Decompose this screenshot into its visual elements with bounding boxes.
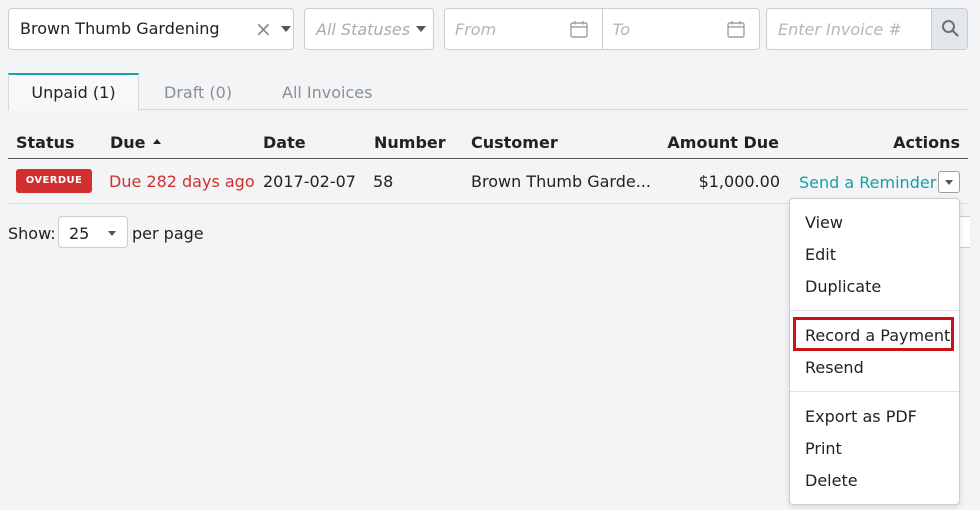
customer-filter-value: Brown Thumb Gardening — [20, 19, 220, 38]
per-page-select[interactable]: 25 — [58, 216, 128, 248]
send-reminder-link[interactable]: Send a Reminder — [799, 173, 936, 192]
menu-item-view[interactable]: View — [805, 213, 843, 232]
calendar-icon[interactable] — [569, 20, 588, 38]
sort-ascending-icon — [152, 139, 161, 144]
invoice-number-search[interactable]: Enter Invoice # — [766, 8, 968, 50]
chevron-down-icon — [108, 231, 116, 236]
actions-menu: View Edit Duplicate Record a Payment Res… — [789, 198, 960, 505]
tab-all-invoices[interactable]: All Invoices — [282, 73, 372, 110]
column-header-due[interactable]: Due — [110, 133, 161, 152]
table-header: Status Due Date Number Customer Amount D… — [8, 126, 968, 159]
menu-item-resend[interactable]: Resend — [805, 358, 864, 377]
menu-item-export-pdf[interactable]: Export as PDF — [805, 407, 917, 426]
date-cell: 2017-02-07 — [263, 172, 356, 191]
date-from-placeholder: From — [455, 20, 497, 39]
column-header-date[interactable]: Date — [263, 133, 306, 152]
amount-due-cell: $1,000.00 — [698, 172, 780, 191]
status-filter-placeholder: All Statuses — [316, 20, 411, 39]
column-header-status[interactable]: Status — [16, 133, 75, 152]
date-range-filter: From To — [444, 8, 760, 50]
menu-item-delete[interactable]: Delete — [805, 471, 858, 490]
search-button[interactable] — [931, 9, 967, 49]
column-header-customer[interactable]: Customer — [471, 133, 558, 152]
show-label: Show: — [8, 224, 56, 243]
menu-divider — [790, 310, 959, 311]
actions-dropdown-toggle[interactable] — [938, 171, 960, 193]
number-cell: 58 — [373, 172, 394, 191]
date-from-input[interactable]: From — [445, 9, 602, 49]
invoice-number-placeholder: Enter Invoice # — [778, 20, 902, 39]
menu-item-edit[interactable]: Edit — [805, 245, 836, 264]
chevron-down-icon[interactable] — [416, 26, 426, 32]
menu-item-duplicate[interactable]: Duplicate — [805, 277, 881, 296]
tab-unpaid[interactable]: Unpaid (1) — [8, 73, 139, 111]
date-to-input[interactable]: To — [601, 9, 760, 49]
search-icon — [942, 20, 959, 37]
column-header-number[interactable]: Number — [374, 133, 446, 152]
customer-cell: Brown Thumb Garde... — [471, 172, 651, 191]
menu-divider — [790, 391, 959, 392]
customer-filter-select[interactable]: Brown Thumb Gardening × — [8, 8, 294, 50]
status-filter-select[interactable]: All Statuses — [304, 8, 434, 50]
column-header-actions: Actions — [893, 133, 960, 152]
tab-draft[interactable]: Draft (0) — [164, 73, 232, 110]
menu-item-print[interactable]: Print — [805, 439, 842, 458]
calendar-icon[interactable] — [727, 20, 745, 38]
highlight-box — [793, 317, 954, 351]
column-header-amount-due[interactable]: Amount Due — [667, 133, 779, 152]
chevron-down-icon[interactable] — [281, 26, 291, 32]
clear-icon[interactable]: × — [255, 18, 272, 40]
column-header-due-label: Due — [110, 133, 146, 152]
due-cell: Due 282 days ago — [109, 172, 255, 191]
invoice-tabs: Unpaid (1) Draft (0) All Invoices — [8, 73, 968, 111]
per-page-label: per page — [132, 224, 204, 243]
status-badge: OVERDUE — [16, 169, 92, 193]
date-to-placeholder: To — [612, 20, 631, 39]
per-page-value: 25 — [69, 224, 90, 243]
chevron-down-icon — [945, 180, 953, 185]
